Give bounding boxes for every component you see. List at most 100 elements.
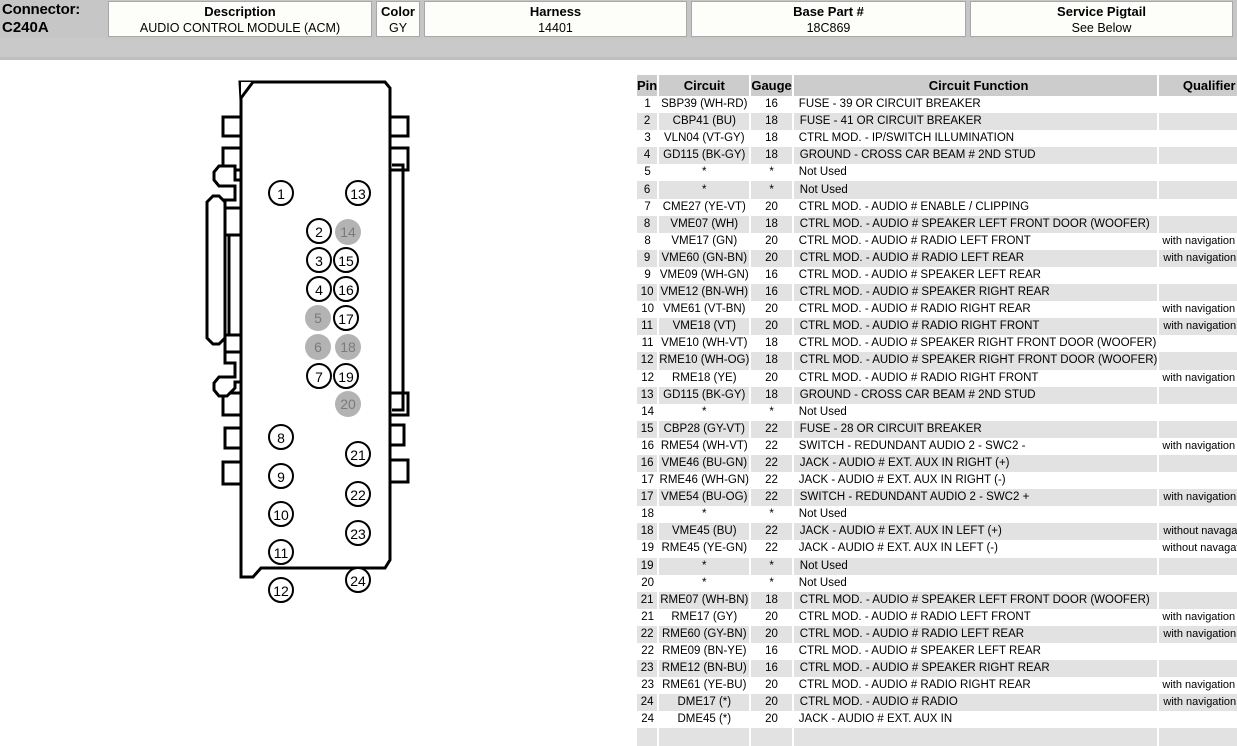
table-row: 24 DME45 (*) 20 JACK - AUDIO # EXT. AUX IN: [637, 711, 1237, 729]
cell-function: CTRL MOD. - AUDIO # RADIO: [792, 694, 1160, 712]
cell-function: Not Used: [792, 164, 1159, 182]
pin-circle-3: 3: [306, 247, 332, 273]
cell-function: CTRL MOD. - IP/SWITCH ILLUMINATION: [792, 130, 1159, 148]
service-pigtail-cell: Service Pigtail See Below: [970, 1, 1233, 37]
table-row: 16 VME46 (BU-GN) 22 JACK - AUDIO # EXT. AUX…: [637, 454, 1237, 473]
harness-title: Harness: [529, 4, 582, 19]
cell-gauge: 16: [750, 660, 794, 678]
cell-function: GROUND - CROSS CAR BEAM # 2ND STUD: [792, 147, 1160, 165]
cell-pin: 16: [637, 454, 660, 473]
cell-qualifier: [1158, 728, 1237, 746]
pin-circle-11: 11: [268, 539, 294, 565]
connector-label: Connector:: [2, 1, 80, 18]
cell-circuit: VME61 (VT-BN): [658, 301, 751, 319]
pin-assignment-table: Pin Circuit Gauge Circuit Function Quali…: [637, 75, 1237, 746]
cell-function: Not Used: [792, 557, 1160, 575]
pin-circle-24: 24: [345, 567, 371, 593]
cell-circuit: *: [658, 574, 751, 592]
cell-circuit: VME45 (BU): [658, 523, 752, 541]
table-body: 1 SBP39 (WH-RD) 16 FUSE - 39 OR CIRCUIT BRE…: [637, 96, 1237, 746]
cell-function: CTRL MOD. - AUDIO # SPEAKER RIGHT REAR: [792, 660, 1160, 678]
cell-qualifier: [1158, 352, 1237, 370]
table-row: 9 VME60 (GN-BN) 20 CTRL MOD. - AUDIO # RADI…: [637, 249, 1237, 267]
cell-function: CTRL MOD. - AUDIO # RADIO LEFT FRONT: [792, 608, 1159, 626]
cell-function: CTRL MOD. - AUDIO # SPEAKER RIGHT REAR: [792, 284, 1160, 302]
cell-circuit: RME10 (WH-OG): [658, 352, 752, 370]
cell-gauge: 20: [750, 198, 793, 216]
cell-qualifier: [1158, 591, 1237, 609]
cell-gauge: [750, 728, 794, 746]
cell-circuit: SBP39 (WH-RD): [658, 96, 751, 114]
cell-circuit: GD115 (BK-GY): [658, 147, 752, 165]
cell-circuit: DME17 (*): [658, 694, 752, 712]
cell-gauge: 18: [750, 147, 794, 165]
pin-circle-21: 21: [345, 441, 371, 467]
cell-gauge: 22: [750, 489, 794, 507]
cell-function: CTRL MOD. - AUDIO # SPEAKER RIGHT FRONT …: [792, 352, 1160, 370]
table-row: 12 RME10 (WH-OG) 18 CTRL MOD. - AUDIO # SPE…: [637, 352, 1237, 370]
table-row: 8 VME07 (WH) 18 CTRL MOD. - AUDIO # SPEAKER…: [637, 215, 1237, 233]
cell-gauge: 18: [750, 591, 794, 609]
cell-pin: 19: [637, 557, 660, 575]
table-row: 10 VME12 (BN-WH) 16 CTRL MOD. - AUDIO # SPE…: [637, 284, 1237, 302]
cell-gauge: 18: [750, 113, 794, 131]
cell-circuit: *: [658, 557, 752, 575]
pin-circle-18: 18: [335, 334, 361, 360]
column-header-function: Circuit Function: [792, 75, 1160, 96]
cell-circuit: VME18 (VT): [658, 318, 752, 336]
cell-circuit: RME18 (YE): [658, 369, 751, 387]
cell-qualifier: [1158, 181, 1237, 199]
cell-function: GROUND - CROSS CAR BEAM # 2ND STUD: [792, 386, 1160, 404]
cell-circuit: VLN04 (VT-GY): [658, 130, 751, 148]
pin-circle-16: 16: [333, 276, 359, 302]
cell-qualifier: [1158, 557, 1237, 575]
color-cell: Color GY: [376, 1, 420, 37]
cell-circuit: RME60 (GY-BN): [658, 625, 752, 643]
table-row: 6 * * Not Used: [637, 181, 1237, 199]
cell-qualifier: with navigation: [1158, 318, 1237, 336]
cell-function: FUSE - 39 OR CIRCUIT BREAKER: [792, 96, 1159, 114]
column-header-circuit: Circuit: [658, 75, 752, 96]
cell-gauge: 20: [750, 301, 793, 319]
cell-gauge: *: [750, 506, 793, 524]
table-row: 21 RME17 (GY) 20 CTRL MOD. - AUDIO # RADIO …: [637, 608, 1237, 626]
table-row: 11 VME10 (WH-VT) 18 CTRL MOD. - AUDIO # SPE…: [637, 335, 1237, 353]
cell-pin: 24: [637, 694, 660, 712]
connector-id-value: C240A: [2, 19, 49, 36]
cell-circuit: CME27 (YE-VT): [658, 198, 751, 216]
cell-qualifier: [1158, 335, 1237, 353]
cell-pin: 15: [637, 420, 660, 438]
cell-pin: 22: [637, 643, 659, 661]
cell-function: SWITCH - REDUNDANT AUDIO 2 - SWC2 +: [792, 489, 1160, 507]
cell-circuit: VME46 (BU-GN): [658, 454, 752, 473]
cell-gauge: *: [750, 403, 793, 421]
document-header-bar: Connector: C240A Description AUDIO CONTR…: [0, 0, 1237, 38]
cell-pin: 9: [637, 266, 659, 285]
cell-gauge: 18: [750, 352, 794, 370]
cell-gauge: 20: [750, 711, 793, 729]
cell-circuit: VME10 (WH-VT): [658, 335, 751, 353]
cell-circuit: RME17 (GY): [658, 608, 751, 626]
cell-pin: 7: [637, 198, 659, 216]
cell-qualifier: without navagation: [1158, 523, 1237, 541]
cell-function: CTRL MOD. - AUDIO # RADIO LEFT FRONT: [792, 232, 1159, 250]
cell-qualifier: [1158, 130, 1237, 148]
cell-qualifier: [1158, 198, 1237, 216]
description-cell: Description AUDIO CONTROL MODULE (ACM): [108, 1, 372, 37]
cell-circuit: RME09 (BN-YE): [658, 643, 751, 661]
table-row: 15 CBP28 (GY-VT) 22 FUSE - 28 OR CIRCUIT BR…: [637, 420, 1237, 438]
pin-circle-13: 13: [345, 180, 371, 206]
cell-circuit: VME07 (WH): [658, 215, 752, 233]
cell-gauge: 16: [750, 266, 793, 285]
column-header-gauge: Gauge: [750, 75, 794, 96]
cell-qualifier: [1158, 284, 1237, 302]
pin-circle-5: 5: [305, 305, 331, 331]
cell-qualifier: without navagation: [1158, 540, 1237, 558]
base-part-cell: Base Part # 18C869: [691, 1, 966, 37]
pin-circle-19: 19: [333, 363, 359, 389]
table-row: 17 RME46 (WH-GN) 22 JACK - AUDIO # EXT. AUX…: [637, 472, 1237, 490]
cell-circuit: [658, 728, 752, 746]
service-pigtail-title: Service Pigtail: [1057, 4, 1146, 19]
pin-circle-6: 6: [305, 334, 331, 360]
cell-gauge: 22: [750, 420, 794, 438]
